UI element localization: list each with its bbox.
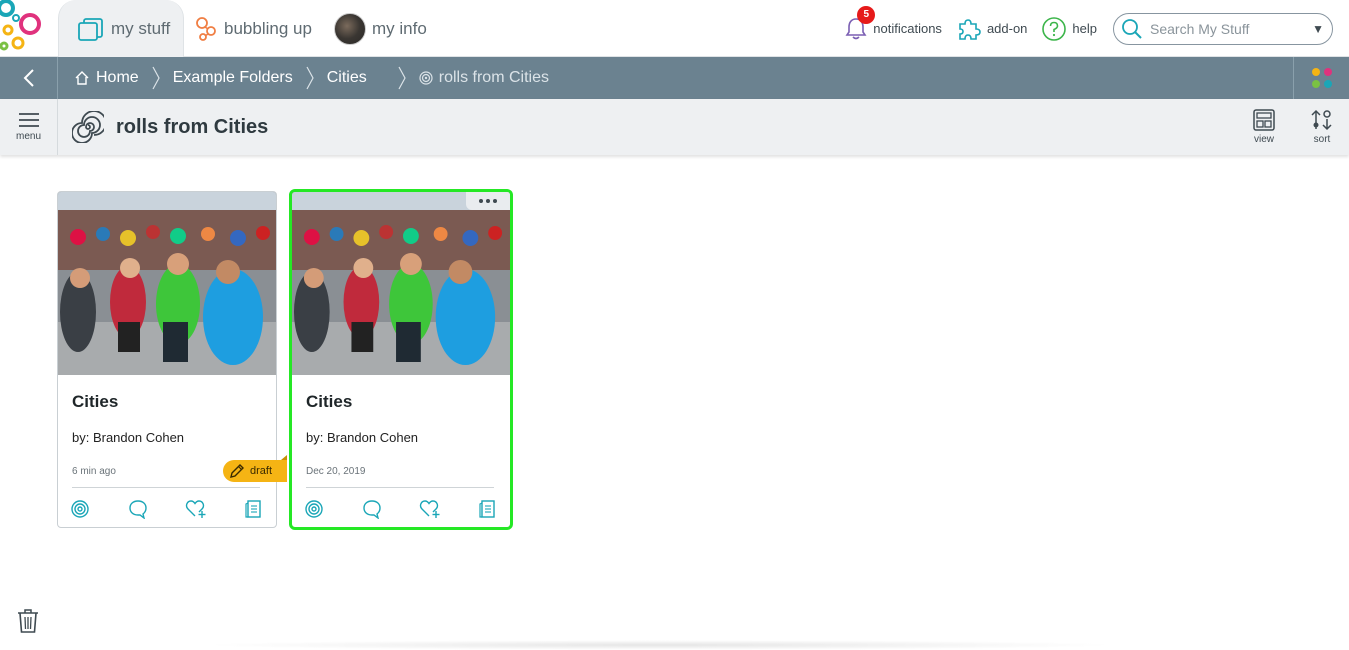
breadcrumb-current: rolls from Cities [419, 69, 549, 87]
card-title: Cities [306, 392, 353, 411]
avatar [334, 12, 366, 45]
more-dot-icon [486, 199, 490, 203]
help-button[interactable]: help [1041, 16, 1097, 42]
search-icon[interactable] [1120, 17, 1144, 41]
view-layout-icon [1253, 109, 1275, 131]
search-box: ▼ [1113, 12, 1333, 45]
tab-my-stuff[interactable]: my stuff [58, 0, 184, 58]
draft-label: draft [250, 465, 273, 477]
more-dot-icon [493, 199, 497, 203]
add-on-button[interactable]: add-on [956, 16, 1027, 42]
notification-count-badge: 5 [857, 5, 876, 24]
folders-icon [78, 17, 103, 41]
card-author: by: Brandon Cohen [72, 430, 185, 445]
draft-tag-fold [281, 455, 287, 460]
breadcrumb-label: rolls from Cities [438, 69, 549, 86]
tab-label: bubbling up [224, 18, 312, 38]
roll-spiral-icon [419, 71, 433, 85]
home-icon [75, 71, 89, 85]
card-divider [72, 487, 260, 488]
bottom-shadow [200, 640, 1120, 650]
card-divider [306, 487, 494, 488]
title-bar: menu rolls from Cities view sort [0, 99, 1349, 155]
breadcrumb-bar: Home Example Folders Cities rolls from C… [0, 57, 1349, 99]
help-icon [1042, 16, 1067, 41]
breadcrumb-label: Home [96, 69, 139, 86]
comment-icon[interactable] [126, 497, 150, 521]
pencil-icon [230, 464, 244, 478]
help-label: help [1072, 21, 1097, 36]
tab-my-info[interactable]: my info [334, 0, 427, 57]
top-bar: my stuff bubbling up my info 5 notificat… [0, 0, 1349, 58]
add-on-label: add-on [986, 21, 1028, 36]
puzzle-icon [959, 18, 981, 40]
notifications-label: notifications [873, 21, 942, 36]
card-date: 6 min ago [72, 466, 116, 477]
card-author: by: Brandon Cohen [306, 430, 419, 445]
top-actions: 5 notifications add-on help ▼ [844, 0, 1333, 57]
roll-spiral-icon[interactable] [302, 497, 326, 521]
breadcrumb: Home Example Folders Cities rolls from C… [74, 57, 549, 99]
roll-spiral-icon[interactable] [68, 497, 92, 521]
search-input[interactable] [1150, 20, 1307, 37]
more-options-button[interactable] [466, 192, 510, 210]
card-title: Cities [72, 392, 119, 411]
menu-label: menu [15, 131, 41, 142]
app-logo[interactable] [0, 0, 60, 57]
card-thumbnail [58, 192, 276, 375]
breadcrumb-cities[interactable]: Cities [327, 69, 367, 87]
breadcrumb-home[interactable]: Home [74, 69, 139, 87]
sort-icon [1311, 109, 1332, 131]
hamburger-icon [18, 113, 39, 127]
sort-button[interactable]: sort [1296, 99, 1348, 155]
color-dots-icon [1311, 68, 1332, 88]
chevron-left-icon [23, 69, 34, 87]
breadcrumb-separator-icon [305, 66, 315, 90]
view-label: view [1253, 134, 1274, 145]
tab-label: my info [372, 18, 427, 38]
breadcrumb-separator-icon [397, 66, 407, 90]
notifications-button[interactable]: 5 notifications [844, 5, 942, 42]
tab-bubbling-up[interactable]: bubbling up [194, 0, 312, 57]
breadcrumb-label: Example Folders [172, 69, 293, 86]
tab-my-stuff-content: my stuff [77, 0, 170, 57]
roll-card-selected[interactable]: Cities by: Brandon Cohen Dec 20, 2019 [289, 189, 513, 530]
page-title-text: rolls from Cities [116, 115, 269, 138]
breadcrumb-example-folders[interactable]: Example Folders [173, 69, 293, 87]
tab-label: my stuff [111, 18, 171, 38]
draft-tag[interactable]: draft [223, 455, 287, 482]
roll-spiral-icon [72, 111, 104, 143]
back-button[interactable] [0, 57, 58, 99]
heart-plus-icon[interactable] [418, 497, 442, 521]
breadcrumb-label: Cities [326, 69, 367, 86]
heart-plus-icon[interactable] [184, 497, 208, 521]
card-actions [302, 497, 500, 521]
page-title: rolls from Cities [72, 99, 268, 155]
more-dot-icon [479, 199, 483, 203]
card-date: Dec 20, 2019 [306, 466, 366, 477]
trash-icon[interactable] [16, 608, 40, 634]
sort-label: sort [1313, 134, 1331, 145]
card-actions [68, 497, 266, 521]
search-dropdown-caret-icon[interactable]: ▼ [1312, 22, 1324, 36]
breadcrumb-separator-icon [151, 66, 161, 90]
bubbles-icon [196, 16, 216, 41]
roll-card-draft[interactable]: Cities by: Brandon Cohen 6 min ago draft [57, 191, 287, 528]
color-dots-button[interactable] [1293, 57, 1349, 99]
card-thumbnail [292, 192, 510, 375]
view-button[interactable]: view [1238, 99, 1290, 155]
comment-icon[interactable] [360, 497, 384, 521]
menu-button[interactable]: menu [0, 99, 58, 155]
document-icon[interactable] [476, 497, 500, 521]
document-icon[interactable] [242, 497, 266, 521]
